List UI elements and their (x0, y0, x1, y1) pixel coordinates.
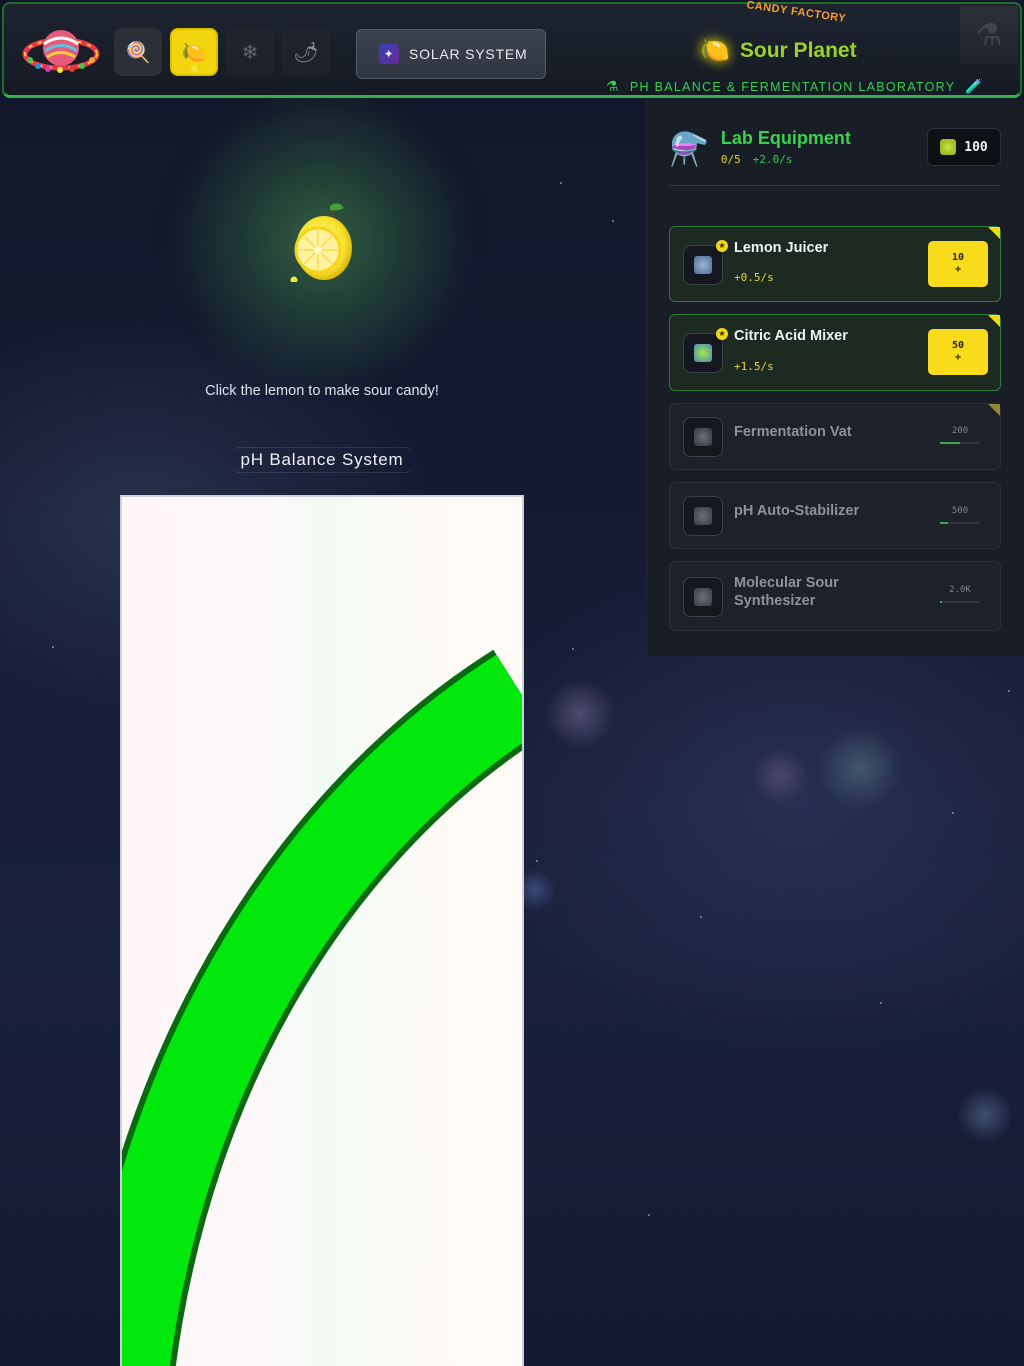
ph-balance-title: pH Balance System (232, 447, 412, 473)
equipment-owned-count: 0/5 (720, 153, 741, 166)
planet-name: Sour Planet (739, 38, 857, 62)
progress-bar (940, 601, 980, 603)
gear-icon: ★ (683, 240, 728, 285)
panel-header: ⚗️ Lab Equipment 0/5 +2.0/s (669, 128, 851, 168)
lab-subtitle: ⚗ PH BALANCE & FERMENTATION LABORATORY 🧪 (606, 78, 984, 95)
sour-coin-icon (940, 139, 957, 155)
test-tube-icon: 🧪 (965, 78, 985, 94)
equipment-name: Molecular Sour Synthesizer (734, 575, 839, 609)
lab-equipment-panel: ⚗️ Lab Equipment 0/5 +2.0/s 100 ★ Lemon … (646, 100, 1024, 656)
buy-cost: 10 (951, 252, 965, 263)
panel-stats: 0/5 +2.0/s (721, 153, 851, 166)
corner-flag (988, 315, 1000, 327)
world-button-sour[interactable]: 🍋 (170, 28, 218, 76)
equipment-cost: 200 (951, 426, 969, 436)
equipment-name: pH Auto-Stabilizer (734, 503, 860, 519)
production-rate: +2.0/s (752, 153, 793, 166)
subtitle-text: PH BALANCE & FERMENTATION LABORATORY (629, 79, 956, 94)
buy-citric-acid-mixer-button[interactable]: 50 + (928, 329, 988, 375)
stabilizer-icon (683, 496, 723, 536)
cost-progress: 500 (940, 506, 980, 524)
candy-planet-logo (22, 30, 100, 73)
flask-icon: ⚗️ (669, 131, 709, 167)
world-button-ice[interactable]: ❄ (226, 28, 274, 76)
coin-balance: 100 (927, 128, 1001, 166)
ph-balance-canvas[interactable] (75, 495, 547, 1366)
atom-icon (683, 577, 723, 617)
equipment-cost: 500 (951, 506, 969, 516)
progress-bar (940, 522, 980, 524)
equipment-item-molecular-sour-synthesizer[interactable]: Molecular Sour Synthesizer 2.0K (669, 561, 1001, 631)
flask-icon: ⚗ (606, 78, 620, 94)
buy-plus: + (954, 352, 962, 363)
equipment-name: Fermentation Vat (734, 424, 852, 440)
mixer-icon: ★ (683, 328, 728, 373)
chili-icon: 🌶 (293, 41, 319, 64)
click-instruction: Click the lemon to make sour candy! (205, 383, 439, 399)
planet-title: 🍋 Sour Planet (700, 36, 857, 65)
equipment-item-ph-auto-stabilizer[interactable]: pH Auto-Stabilizer 500 (669, 482, 1001, 549)
solar-system-label: SOLAR SYSTEM (409, 46, 528, 62)
snowflake-icon: ❄ (241, 41, 259, 64)
corner-flag (988, 227, 1000, 239)
equipment-item-citric-acid-mixer[interactable]: ★ Citric Acid Mixer +1.5/s 50 + (669, 314, 1001, 391)
progress-bar (940, 442, 980, 444)
lollipop-icon: 🍭 (125, 41, 151, 64)
vortex-icon (683, 417, 723, 457)
equipment-name: Citric Acid Mixer (734, 328, 848, 344)
buy-lemon-juicer-button[interactable]: 10 + (928, 241, 988, 287)
galaxy-icon: ✦ (379, 44, 399, 64)
flask-thumbnail-icon: ⚗ (960, 6, 1018, 64)
equipment-cost: 2.0K (949, 585, 971, 595)
world-button-candy[interactable]: 🍭 (114, 28, 162, 76)
world-button-spicy[interactable]: 🌶 (282, 28, 330, 76)
lemon-slice-icon[interactable] (290, 200, 356, 282)
panel-divider (669, 185, 1001, 186)
solar-system-button[interactable]: ✦ SOLAR SYSTEM (356, 29, 546, 79)
top-header: 🍭 🍋 ❄ 🌶 ✦ SOLAR SYSTEM CANDY FACTORY 🍋 S… (2, 0, 1022, 98)
equipment-item-lemon-juicer[interactable]: ★ Lemon Juicer +0.5/s 10 + (669, 226, 1001, 302)
lemon-icon: 🍋 (700, 37, 730, 64)
star-badge-icon: ★ (716, 240, 728, 252)
corner-flag (988, 404, 1000, 416)
ph-gauge-arc (75, 649, 547, 1366)
cost-progress: 200 (940, 426, 980, 444)
lemon-icon: 🍋 (181, 41, 207, 64)
equipment-rate: +0.5/s (734, 271, 774, 284)
equipment-item-fermentation-vat[interactable]: Fermentation Vat 200 (669, 403, 1001, 470)
panel-title: Lab Equipment (720, 128, 851, 148)
coin-amount: 100 (964, 139, 988, 155)
buy-plus: + (954, 264, 962, 275)
equipment-name: Lemon Juicer (734, 240, 829, 256)
cost-progress: 2.0K (940, 585, 980, 603)
equipment-rate: +1.5/s (734, 360, 774, 373)
star-badge-icon: ★ (716, 328, 728, 340)
brand-logo-text: CANDY FACTORY (745, 0, 847, 25)
buy-cost: 50 (951, 340, 965, 351)
